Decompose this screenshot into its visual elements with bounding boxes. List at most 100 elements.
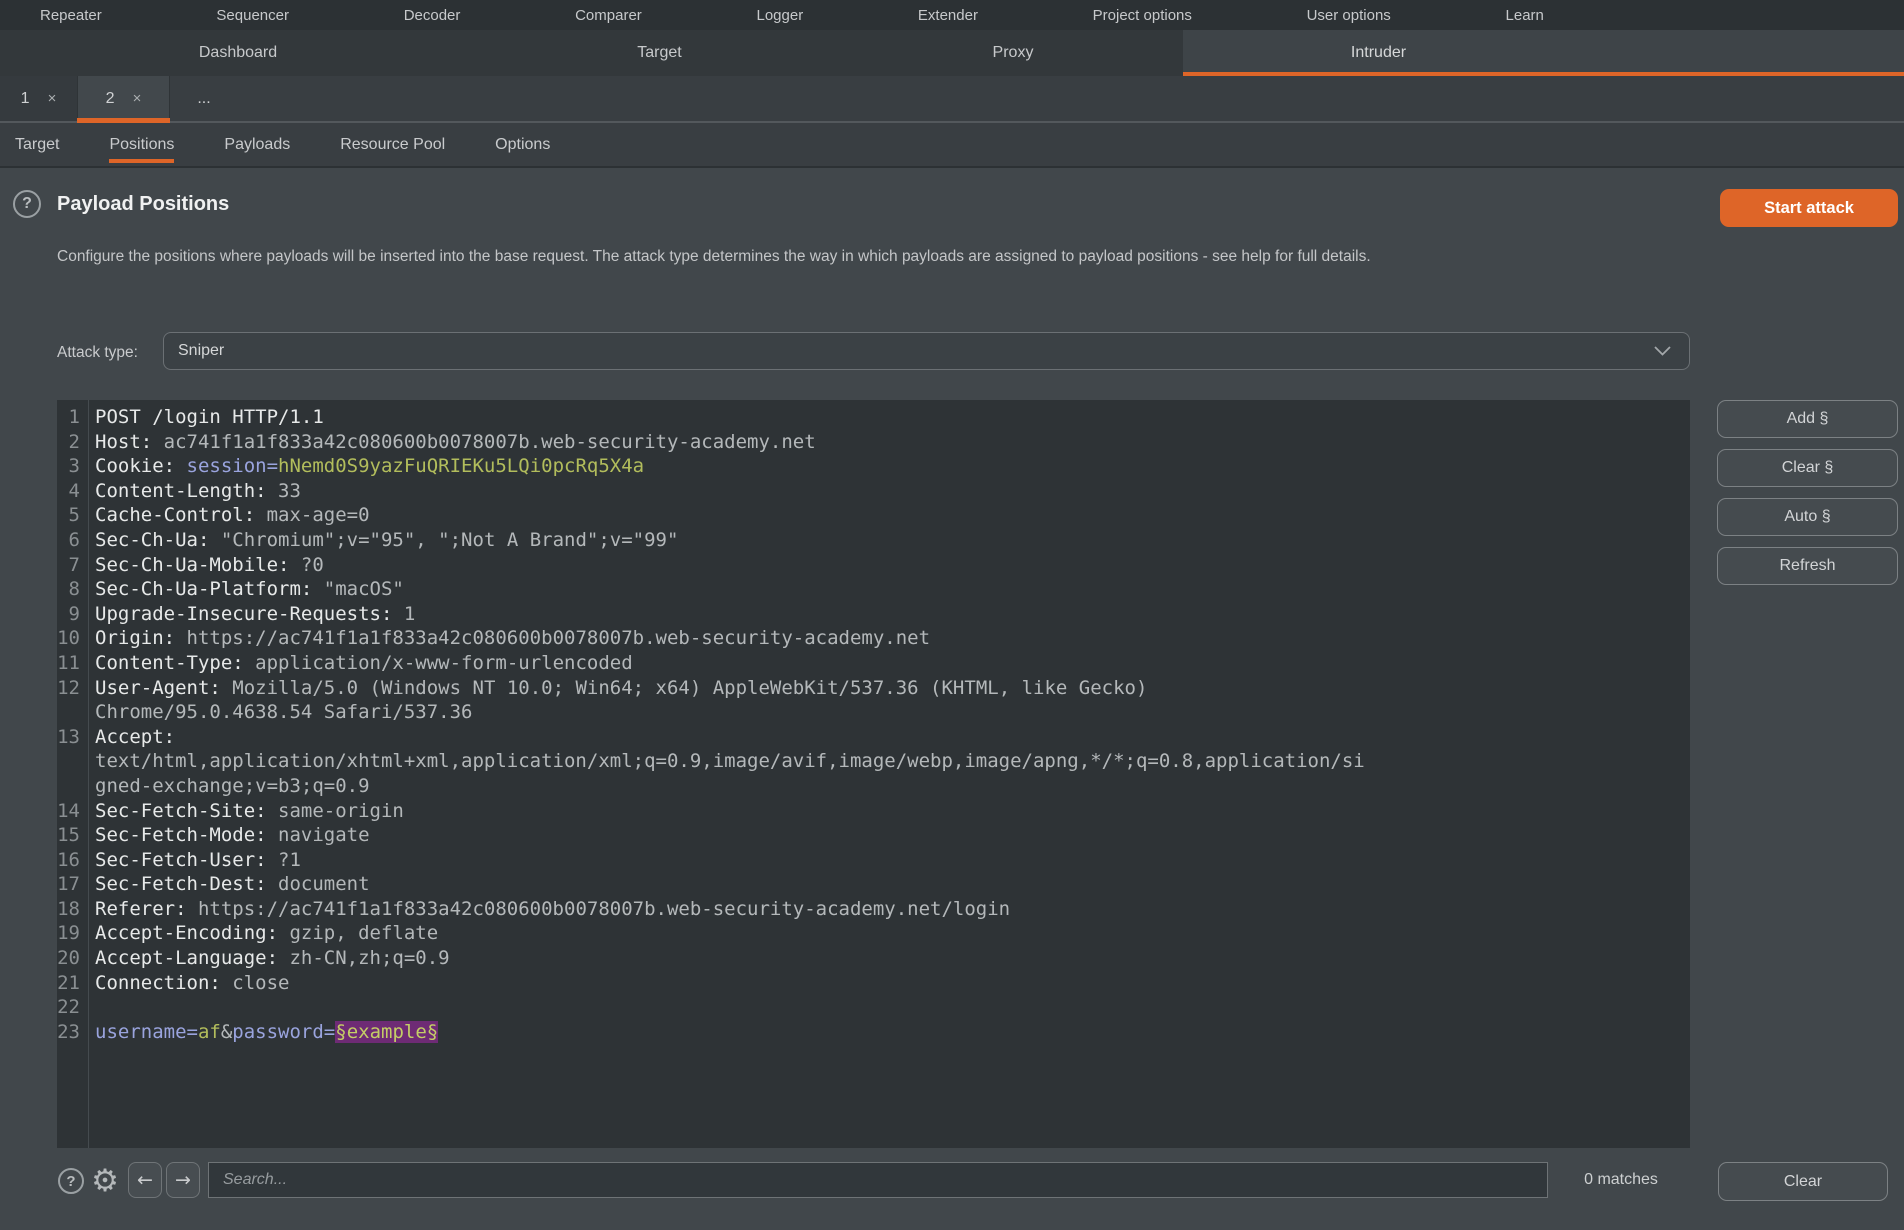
- request-line: 22: [57, 995, 1690, 1020]
- line-number: 12: [57, 676, 88, 701]
- tab-label: Intruder: [1351, 44, 1406, 62]
- side-button-auto[interactable]: Auto §: [1717, 498, 1898, 536]
- side-button-add[interactable]: Add §: [1717, 400, 1898, 438]
- line-segment: "Chromium";v="95", ";Not A Brand";v="99": [221, 529, 679, 551]
- line-number: 20: [57, 946, 88, 971]
- gear-icon[interactable]: ⚙: [88, 1164, 122, 1198]
- line-content: Connection: close: [88, 971, 289, 996]
- section-tabs: Target Positions Payloads Resource Pool Opti…: [0, 123, 1904, 168]
- line-segment: POST /login HTTP/1.1: [95, 406, 324, 428]
- line-segment: Content-Length:: [95, 480, 278, 502]
- close-tab-icon[interactable]: ×: [133, 90, 142, 107]
- line-content: Sec-Ch-Ua-Mobile: ?0: [88, 553, 324, 578]
- line-number: [57, 774, 88, 799]
- attack-tab-more[interactable]: ...: [170, 76, 238, 121]
- line-number: 18: [57, 897, 88, 922]
- line-number: 21: [57, 971, 88, 996]
- tab-intruder[interactable]: Intruder: [1183, 30, 1904, 76]
- line-content: Sec-Fetch-Dest: document: [88, 872, 370, 897]
- side-button-refresh[interactable]: Refresh: [1717, 547, 1898, 585]
- line-content: POST /login HTTP/1.1: [88, 405, 324, 430]
- tab-options[interactable]: Options: [495, 123, 550, 166]
- tab-target[interactable]: Target: [15, 123, 59, 166]
- line-segment: Sec-Ch-Ua:: [95, 529, 221, 551]
- menu-item-user-options[interactable]: User options: [1307, 7, 1391, 24]
- line-segment: Referer:: [95, 898, 198, 920]
- line-content: Accept-Encoding: gzip, deflate: [88, 921, 438, 946]
- line-segment: Mozilla/5.0 (Windows NT 10.0; Win64; x64…: [232, 677, 1147, 699]
- menu-item-learn[interactable]: Learn: [1506, 7, 1544, 24]
- line-number: 17: [57, 872, 88, 897]
- request-line: 13Accept:: [57, 725, 1690, 750]
- menu-item-repeater[interactable]: Repeater: [40, 7, 102, 24]
- line-segment: max-age=0: [267, 504, 370, 526]
- line-number: 8: [57, 577, 88, 602]
- line-segment: "macOS": [324, 578, 404, 600]
- line-content: Accept:: [88, 725, 175, 750]
- line-number: 14: [57, 799, 88, 824]
- line-segment: Cache-Control:: [95, 504, 267, 526]
- search-input[interactable]: [208, 1162, 1548, 1198]
- request-line: 15Sec-Fetch-Mode: navigate: [57, 823, 1690, 848]
- attack-tab-1[interactable]: 1×: [0, 76, 78, 121]
- attack-type-select[interactable]: Sniper: [163, 332, 1690, 370]
- help-icon[interactable]: ?: [58, 1168, 84, 1194]
- line-segment: Content-Type:: [95, 652, 255, 674]
- help-icon[interactable]: ?: [13, 190, 41, 218]
- line-segment: Sec-Fetch-Site:: [95, 800, 278, 822]
- line-segment: gned-exchange;v=b3;q=0.9: [95, 775, 370, 797]
- line-segment: Host:: [95, 431, 164, 453]
- tab-label: Dashboard: [199, 44, 277, 62]
- panel-description: Configure the positions where payloads w…: [57, 243, 1437, 271]
- line-segment: Origin:: [95, 627, 187, 649]
- line-number: 6: [57, 528, 88, 553]
- line-segment: Sec-Fetch-Mode:: [95, 824, 278, 846]
- menu-item-project-options[interactable]: Project options: [1093, 7, 1192, 24]
- attack-tab-2[interactable]: 2×: [78, 76, 170, 121]
- line-content: Sec-Fetch-User: ?1: [88, 848, 301, 873]
- line-number: [57, 700, 88, 725]
- close-tab-icon[interactable]: ×: [48, 90, 57, 107]
- menubar: Repeater Sequencer Decoder Comparer Logger Ex…: [0, 0, 1904, 30]
- request-line: 6Sec-Ch-Ua: "Chromium";v="95", ";Not A B…: [57, 528, 1690, 553]
- line-number: 11: [57, 651, 88, 676]
- line-segment: hNemd0S9yazFuQRIEKu5LQi0pcRq5X4a: [278, 455, 644, 477]
- line-segment: Chrome/95.0.4638.54 Safari/537.36: [95, 701, 473, 723]
- request-line: 9Upgrade-Insecure-Requests: 1: [57, 602, 1690, 627]
- menu-item-comparer[interactable]: Comparer: [575, 7, 642, 24]
- tab-payloads[interactable]: Payloads: [224, 123, 290, 166]
- line-content: Sec-Ch-Ua: "Chromium";v="95", ";Not A Br…: [88, 528, 678, 553]
- line-content: [88, 995, 95, 1020]
- line-content: Upgrade-Insecure-Requests: 1: [88, 602, 415, 627]
- request-editor[interactable]: 1POST /login HTTP/1.12Host: ac741f1a1f83…: [57, 400, 1690, 1148]
- menu-item-decoder[interactable]: Decoder: [404, 7, 461, 24]
- line-content: Referer: https://ac741f1a1f833a42c080600…: [88, 897, 1010, 922]
- menu-item-sequencer[interactable]: Sequencer: [216, 7, 289, 24]
- request-line: 11Content-Type: application/x-www-form-u…: [57, 651, 1690, 676]
- tab-dashboard[interactable]: Dashboard: [0, 30, 476, 76]
- previous-match-button[interactable]: ←: [128, 1162, 162, 1198]
- line-segment: zh-CN,zh;q=0.9: [289, 947, 449, 969]
- line-segment: ?1: [278, 849, 301, 871]
- line-content: Sec-Fetch-Mode: navigate: [88, 823, 370, 848]
- line-segment: document: [278, 873, 370, 895]
- tab-positions[interactable]: Positions: [109, 123, 174, 166]
- tab-target[interactable]: Target: [476, 30, 843, 76]
- line-segment: Sec-Fetch-Dest:: [95, 873, 278, 895]
- tab-proxy[interactable]: Proxy: [843, 30, 1183, 76]
- request-line: 3Cookie: session=hNemd0S9yazFuQRIEKu5LQi…: [57, 454, 1690, 479]
- tab-label: Target: [637, 44, 681, 62]
- menu-item-extender[interactable]: Extender: [918, 7, 978, 24]
- start-attack-button[interactable]: Start attack: [1720, 189, 1898, 227]
- next-match-button[interactable]: →: [166, 1162, 200, 1198]
- line-content: User-Agent: Mozilla/5.0 (Windows NT 10.0…: [88, 676, 1147, 701]
- line-content: Host: ac741f1a1f833a42c080600b0078007b.w…: [88, 430, 816, 455]
- line-number: 15: [57, 823, 88, 848]
- clear-search-button[interactable]: Clear: [1718, 1162, 1888, 1201]
- line-segment: Sec-Ch-Ua-Platform:: [95, 578, 324, 600]
- tab-resource-pool[interactable]: Resource Pool: [340, 123, 445, 166]
- line-number: 7: [57, 553, 88, 578]
- line-content: username=af&password=§example§: [88, 1020, 438, 1045]
- side-button-clear[interactable]: Clear §: [1717, 449, 1898, 487]
- menu-item-logger[interactable]: Logger: [756, 7, 803, 24]
